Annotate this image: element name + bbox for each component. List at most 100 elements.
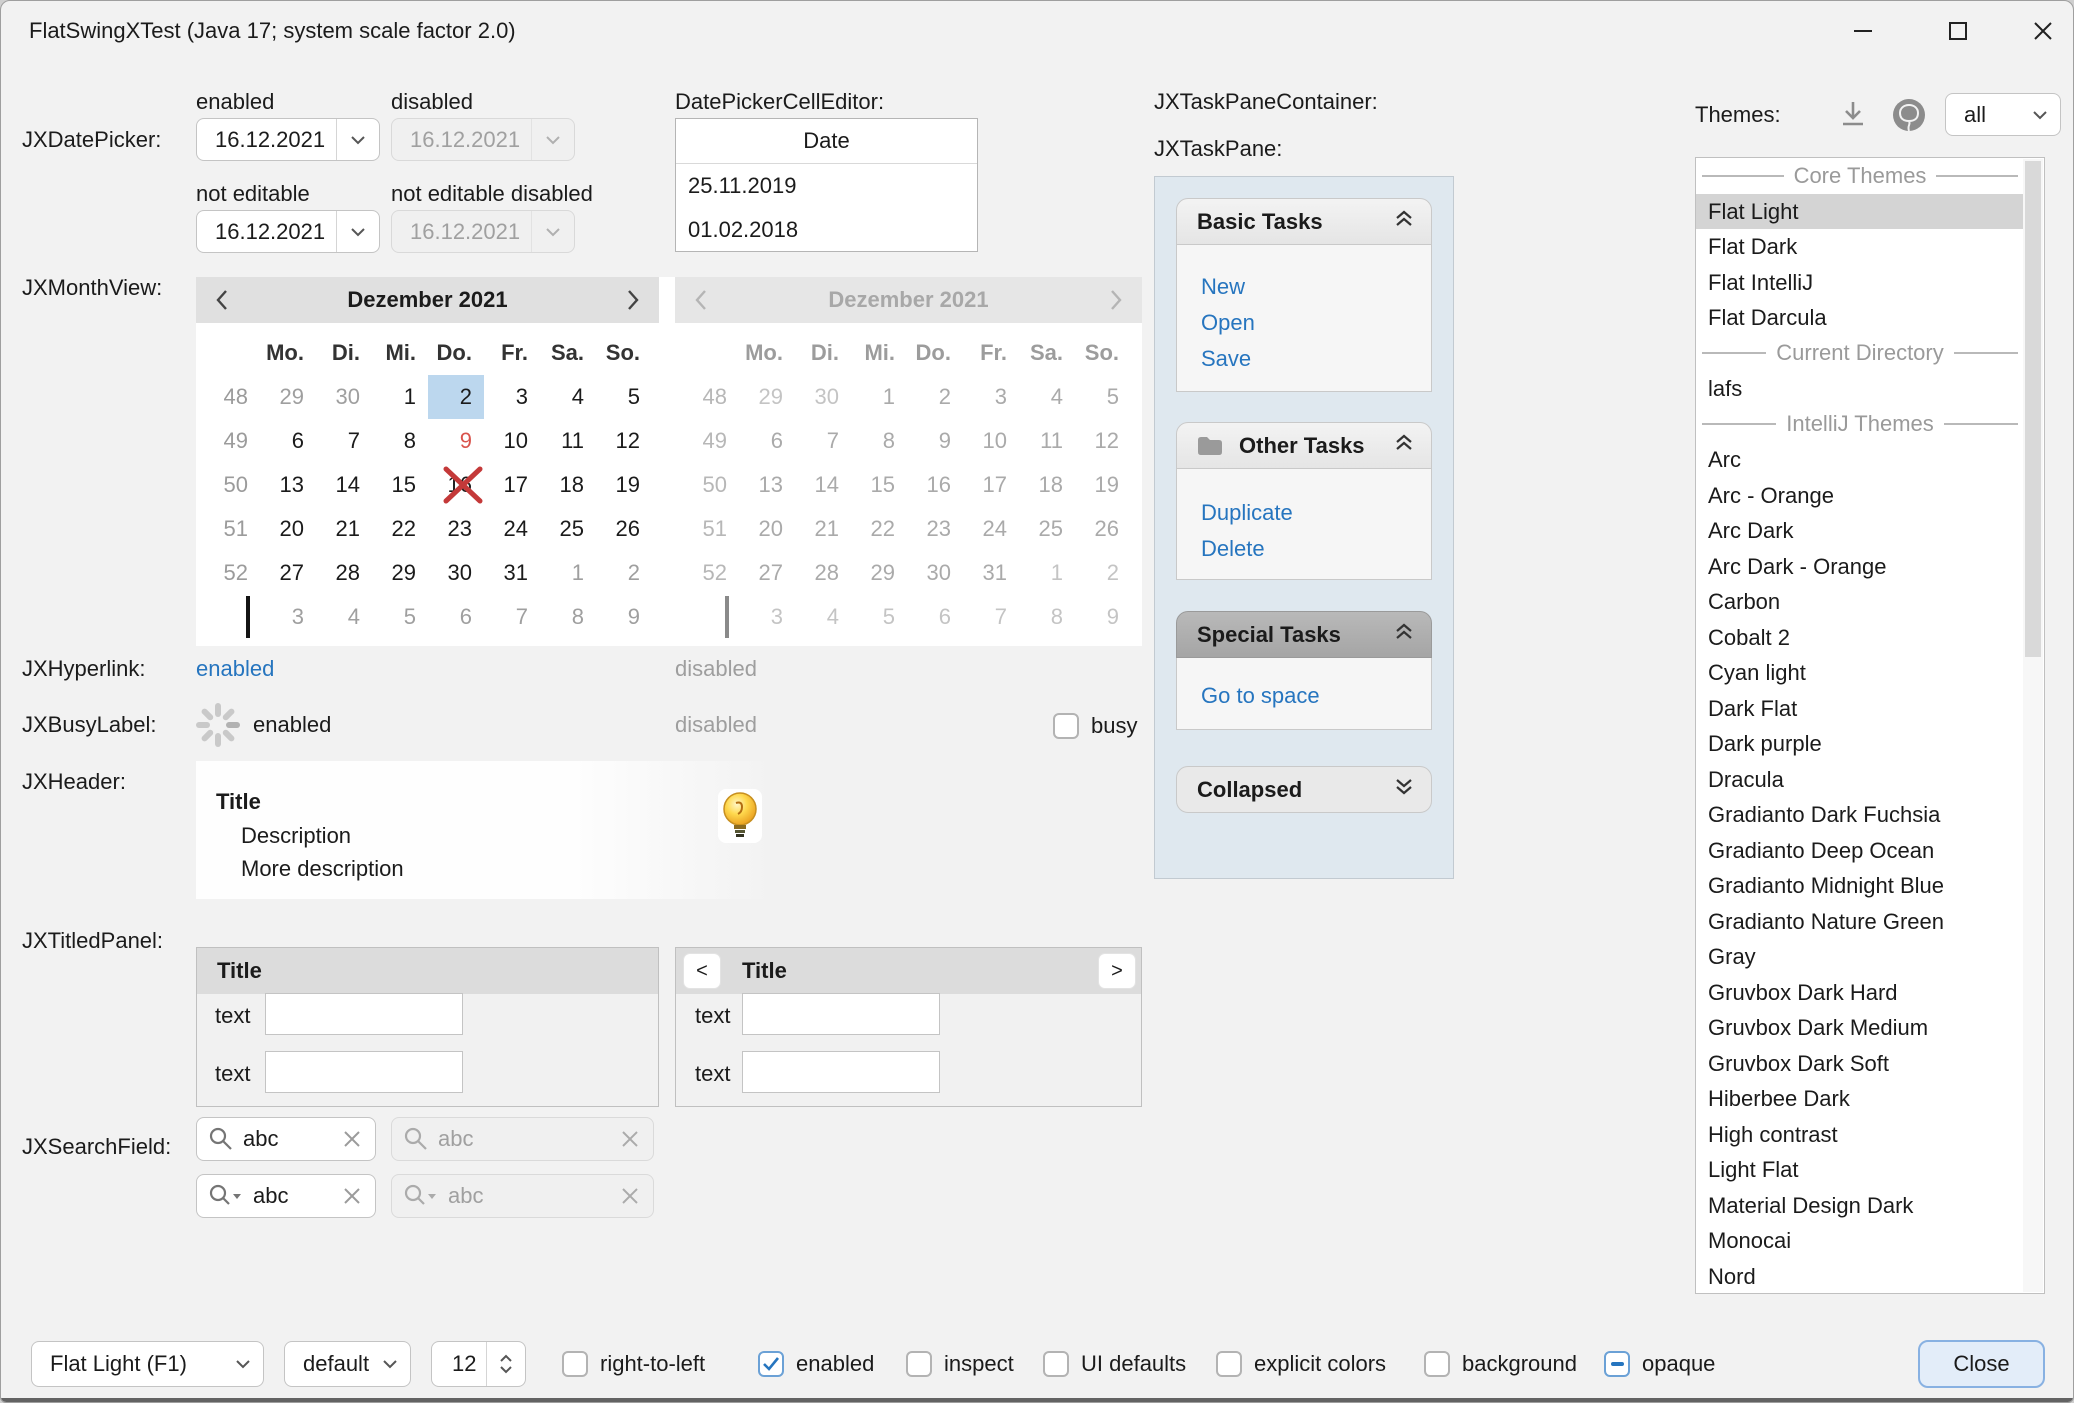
chevron-down-icon[interactable] [499,1365,513,1374]
theme-list-item[interactable]: Gradianto Midnight Blue [1696,868,2024,904]
task-link-go-to-space[interactable]: Go to space [1177,678,1431,714]
title-bar[interactable]: FlatSwingXTest (Java 17; system scale fa… [1,1,2073,61]
chevron-double-up-icon[interactable] [1393,209,1415,235]
checkbox-box[interactable] [906,1351,932,1377]
calendar-day[interactable]: 8 [372,419,428,463]
theme-list-item[interactable]: Carbon [1696,584,2024,620]
theme-list-item[interactable]: Dark purple [1696,726,2024,762]
scrollbar-thumb[interactable] [2025,161,2041,657]
task-link-duplicate[interactable]: Duplicate [1177,495,1431,531]
checkbox-box[interactable] [758,1351,784,1377]
chevron-down-icon[interactable] [336,119,379,160]
calendar-day[interactable]: 6 [260,419,316,463]
hyperlink-enabled[interactable]: enabled [196,654,274,684]
checkbox-enabled[interactable]: enabled [758,1350,874,1378]
calendar-day[interactable]: 30 [428,551,484,595]
theme-list-item[interactable]: Arc - Orange [1696,478,2024,514]
theme-list-item[interactable]: Cyan light [1696,655,2024,691]
calendar-day[interactable]: 15 [372,463,428,507]
download-icon[interactable] [1836,97,1870,131]
checkbox-box[interactable] [1043,1351,1069,1377]
calendar-day[interactable]: 8 [540,595,596,639]
theme-list-item[interactable]: High contrast [1696,1117,2024,1153]
checkbox-ui-defaults[interactable]: UI defaults [1043,1350,1186,1378]
taskpane-header[interactable]: Collapsed [1176,766,1432,813]
checkbox-right-to-left[interactable]: right-to-left [562,1350,705,1378]
calendar-day[interactable]: 26 [596,507,652,551]
calendar-day[interactable]: 18 [540,463,596,507]
calendar-day[interactable]: 14 [316,463,372,507]
datepicker-enabled[interactable]: 16.12.2021 [196,118,380,161]
table-row[interactable]: 25.11.2019 [676,164,977,208]
spinner-buttons[interactable] [486,1342,525,1386]
calendar-day[interactable]: 20 [260,507,316,551]
previous-month-button[interactable] [196,289,248,311]
clear-icon[interactable] [339,1118,365,1160]
text-input-1[interactable] [742,993,940,1035]
calendar-day[interactable]: 5 [372,595,428,639]
search-field-enabled[interactable]: abc [196,1117,376,1161]
calendar-day[interactable]: 7 [484,595,540,639]
task-link-save[interactable]: Save [1177,341,1431,377]
checkbox-opaque[interactable]: opaque [1604,1350,1715,1378]
theme-list-item[interactable]: Arc Dark [1696,513,2024,549]
next-month-button[interactable] [607,289,659,311]
checkbox-box[interactable] [1053,713,1079,739]
calendar-day[interactable]: 30 [316,375,372,419]
theme-list-item[interactable]: Monocai [1696,1223,2024,1259]
datepicker-not-editable[interactable]: 16.12.2021 [196,210,380,253]
taskpane-header[interactable]: Special Tasks [1176,611,1432,658]
search-field-menu-enabled[interactable]: abc [196,1174,376,1218]
theme-list-item[interactable]: lafs [1696,371,2024,407]
calendar-day[interactable]: 29 [260,375,316,419]
theme-list-item[interactable]: Arc Dark - Orange [1696,549,2024,585]
calendar-day[interactable]: 5 [596,375,652,419]
calendar-day[interactable]: 3 [484,375,540,419]
calendar-day[interactable]: 6 [428,595,484,639]
theme-list-item[interactable]: Arc [1696,442,2024,478]
theme-list-item[interactable]: Material Design Dark [1696,1188,2024,1224]
theme-list-item[interactable]: Dark Flat [1696,691,2024,727]
taskpane-header[interactable]: Basic Tasks [1176,198,1432,245]
calendar-day[interactable]: 29 [372,551,428,595]
theme-list-item[interactable]: Gruvbox Dark Soft [1696,1046,2024,1082]
themes-filter-combobox[interactable]: all [1945,93,2061,136]
text-input-2[interactable] [742,1051,940,1093]
calendar-day[interactable]: 2 [596,551,652,595]
calendar-day[interactable]: 12 [596,419,652,463]
theme-list-item[interactable]: Gradianto Nature Green [1696,904,2024,940]
checkbox-box[interactable] [1424,1351,1450,1377]
calendar-day[interactable]: 28 [316,551,372,595]
calendar-day[interactable]: 17 [484,463,540,507]
close-button[interactable] [2011,1,2074,61]
theme-list-item[interactable]: Light Flat [1696,1152,2024,1188]
busy-checkbox[interactable]: busy [1053,712,1137,740]
checkbox-inspect[interactable]: inspect [906,1350,1014,1378]
calendar-day[interactable]: 2 [428,375,484,419]
theme-list-item[interactable]: Gruvbox Dark Medium [1696,1010,2024,1046]
calendar-day[interactable]: 7 [316,419,372,463]
chevron-double-down-icon[interactable] [1393,777,1415,803]
task-link-new[interactable]: New [1177,269,1431,305]
checkbox-box[interactable] [1604,1351,1630,1377]
calendar-day[interactable]: 23 [428,507,484,551]
theme-list-item[interactable]: Nord [1696,1259,2024,1295]
calendar-day[interactable]: 11 [540,419,596,463]
text-input-2[interactable] [265,1051,463,1093]
calendar-day[interactable]: 22 [372,507,428,551]
minimize-button[interactable] [1831,1,1895,61]
theme-list-item[interactable]: Flat IntelliJ [1696,265,2024,301]
calendar-day[interactable]: 9 [428,419,484,463]
panel-prev-button[interactable]: < [684,954,720,988]
calendar-day[interactable]: 19 [596,463,652,507]
theme-list-item[interactable]: Hiberbee Dark [1696,1081,2024,1117]
table-column-header[interactable]: Date [676,119,977,164]
chevron-double-up-icon[interactable] [1393,622,1415,648]
clear-icon[interactable] [339,1175,365,1217]
panel-next-button[interactable]: > [1099,954,1135,988]
checkbox-explicit-colors[interactable]: explicit colors [1216,1350,1386,1378]
theme-list-item[interactable]: Flat Dark [1696,229,2024,265]
taskpane-header[interactable]: Other Tasks [1176,422,1432,469]
theme-list-item[interactable]: Dracula [1696,762,2024,798]
task-link-open[interactable]: Open [1177,305,1431,341]
